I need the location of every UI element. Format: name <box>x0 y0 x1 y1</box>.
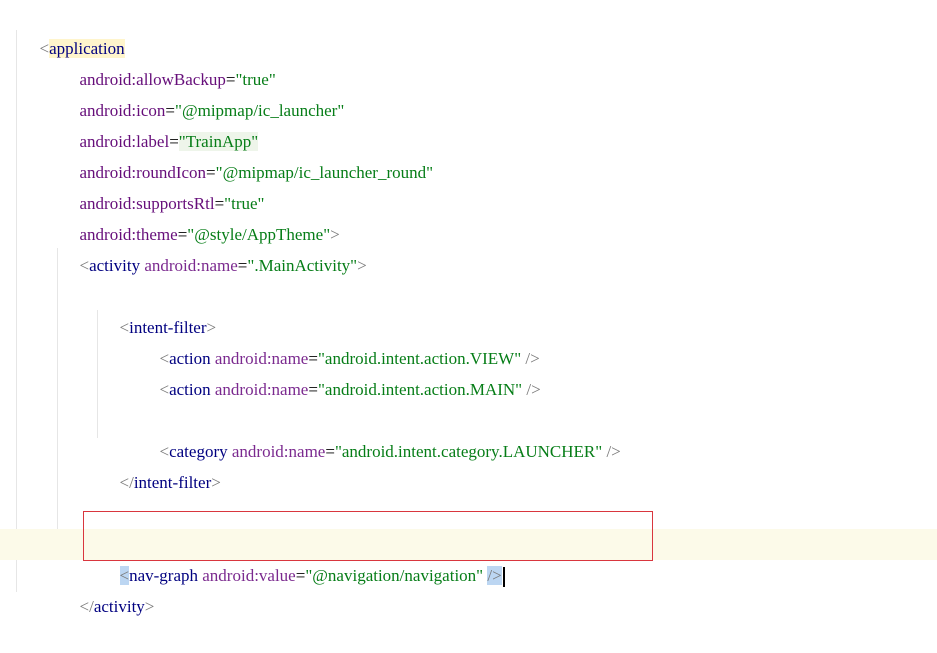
code-line[interactable]: </intent-filter> <box>0 436 937 492</box>
angle-bracket: /> <box>522 380 541 399</box>
angle-bracket: </ <box>79 597 94 616</box>
attribute-value: "android.intent.action.MAIN" <box>317 380 523 399</box>
code-line[interactable]: android:roundIcon="@mipmap/ic_launcher_r… <box>0 126 937 182</box>
code-line[interactable]: <intent-filter> <box>0 281 937 337</box>
angle-bracket: < <box>159 380 170 399</box>
angle-bracket: < <box>79 256 90 275</box>
xml-tag: activity <box>93 597 145 616</box>
code-line[interactable]: <activity android:name=".MainActivity"> <box>0 219 937 275</box>
equals-sign: = <box>237 256 248 275</box>
code-line[interactable]: android:icon="@mipmap/ic_launcher" <box>0 64 937 120</box>
angle-bracket: > <box>144 597 155 616</box>
attribute-value: ".MainActivity" <box>247 256 358 275</box>
equals-sign: = <box>308 380 318 399</box>
code-line[interactable]: android:supportsRtl="true" <box>0 157 937 213</box>
xml-attribute: android:name <box>210 380 309 399</box>
code-line[interactable]: <action android:name="android.intent.act… <box>0 312 937 368</box>
code-line[interactable]: android:allowBackup="true" <box>0 33 937 89</box>
code-line[interactable]: <application <box>0 2 937 58</box>
code-line[interactable]: </activity> <box>0 560 937 616</box>
code-line[interactable]: android:label="TrainApp" <box>0 95 937 151</box>
current-code-line[interactable]: <nav-graph android:value="@navigation/na… <box>0 529 937 588</box>
xml-attribute: android:name <box>140 256 238 275</box>
xml-tag: intent-filter <box>133 473 212 492</box>
angle-bracket: > <box>211 473 221 492</box>
xml-tag: activity <box>89 256 141 275</box>
angle-bracket: > <box>357 256 367 275</box>
angle-bracket: </ <box>119 473 134 492</box>
xml-tag: action <box>169 380 211 399</box>
code-line[interactable]: android:theme="@style/AppTheme"> <box>0 188 937 244</box>
code-line[interactable]: <action android:name="android.intent.act… <box>0 343 937 399</box>
code-line[interactable]: <category android:name="android.intent.c… <box>0 405 937 461</box>
